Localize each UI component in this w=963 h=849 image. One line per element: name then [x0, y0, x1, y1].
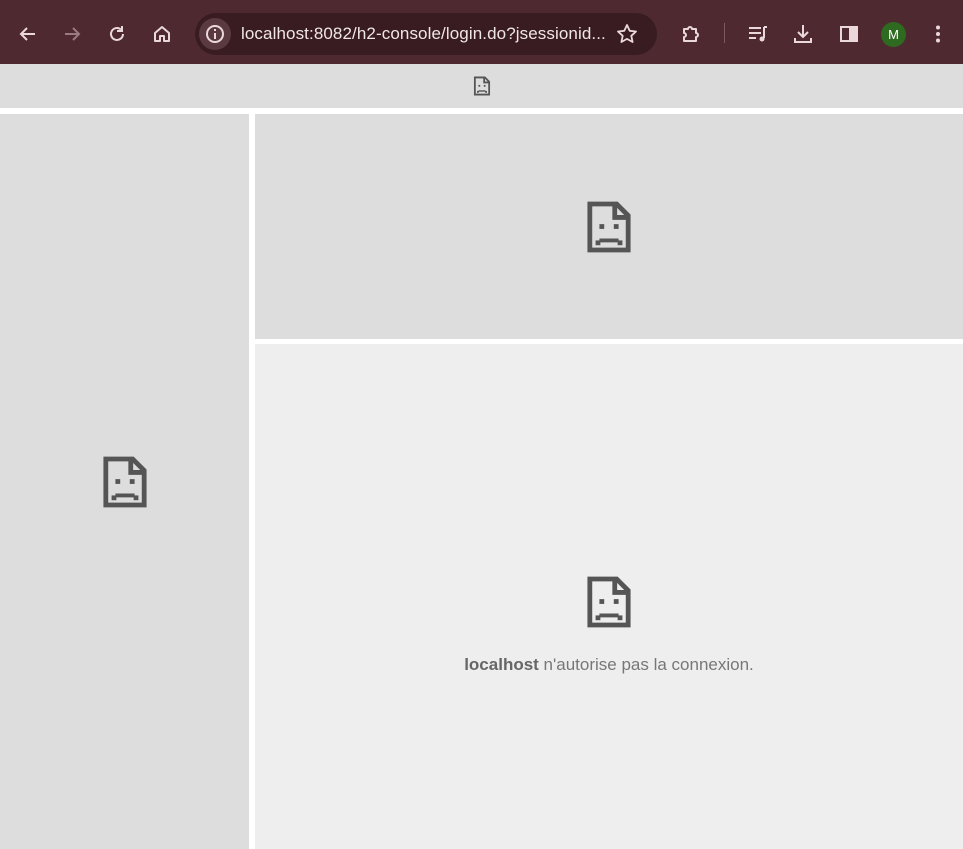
frame-left — [0, 114, 249, 849]
side-panel-icon — [840, 26, 858, 42]
site-info-icon — [206, 25, 224, 43]
broken-page-icon — [587, 201, 631, 252]
download-button[interactable] — [783, 14, 823, 54]
error-host: localhost — [464, 654, 539, 674]
forward-arrow-icon — [65, 27, 81, 41]
profile-avatar[interactable]: M — [881, 22, 906, 47]
forward-button[interactable] — [52, 14, 92, 54]
broken-page-icon — [102, 456, 147, 507]
frame-right-bottom: localhost n'autorise pas la connexion. — [255, 344, 963, 849]
download-icon — [794, 25, 812, 43]
home-icon — [154, 26, 170, 42]
extensions-button[interactable] — [671, 14, 711, 54]
more-menu-icon — [936, 25, 940, 43]
more-menu-button[interactable] — [918, 14, 958, 54]
home-button[interactable] — [142, 14, 182, 54]
side-panel-button[interactable] — [829, 14, 869, 54]
back-arrow-icon — [19, 27, 35, 41]
site-info-button[interactable] — [199, 18, 231, 50]
back-button[interactable] — [8, 14, 48, 54]
reading-list-icon — [749, 26, 767, 42]
frame-top — [0, 64, 963, 108]
reload-icon — [110, 26, 124, 41]
url-text[interactable]: localhost:8082/h2-console/login.do?jsess… — [241, 24, 606, 44]
bookmark-star-icon — [617, 24, 637, 43]
connection-refused-message: localhost n'autorise pas la connexion. — [464, 655, 754, 675]
broken-page-icon — [587, 576, 631, 627]
bookmark-button[interactable] — [615, 22, 639, 51]
toolbar-separator — [724, 23, 725, 43]
broken-page-icon — [473, 76, 490, 96]
address-bar[interactable]: localhost:8082/h2-console/login.do?jsess… — [195, 13, 657, 55]
error-text: n'autorise pas la connexion. — [538, 654, 754, 674]
frame-right-top — [255, 114, 963, 339]
extensions-icon — [683, 26, 699, 42]
reload-button[interactable] — [97, 14, 137, 54]
browser-toolbar: localhost:8082/h2-console/login.do?jsess… — [0, 0, 963, 64]
reading-list-button[interactable] — [738, 14, 778, 54]
